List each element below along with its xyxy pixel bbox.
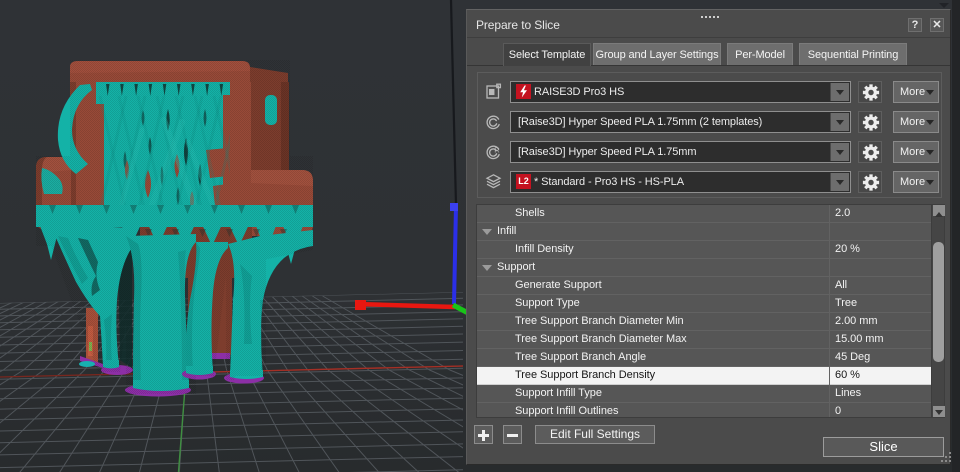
- svg-text:R: R: [494, 145, 500, 154]
